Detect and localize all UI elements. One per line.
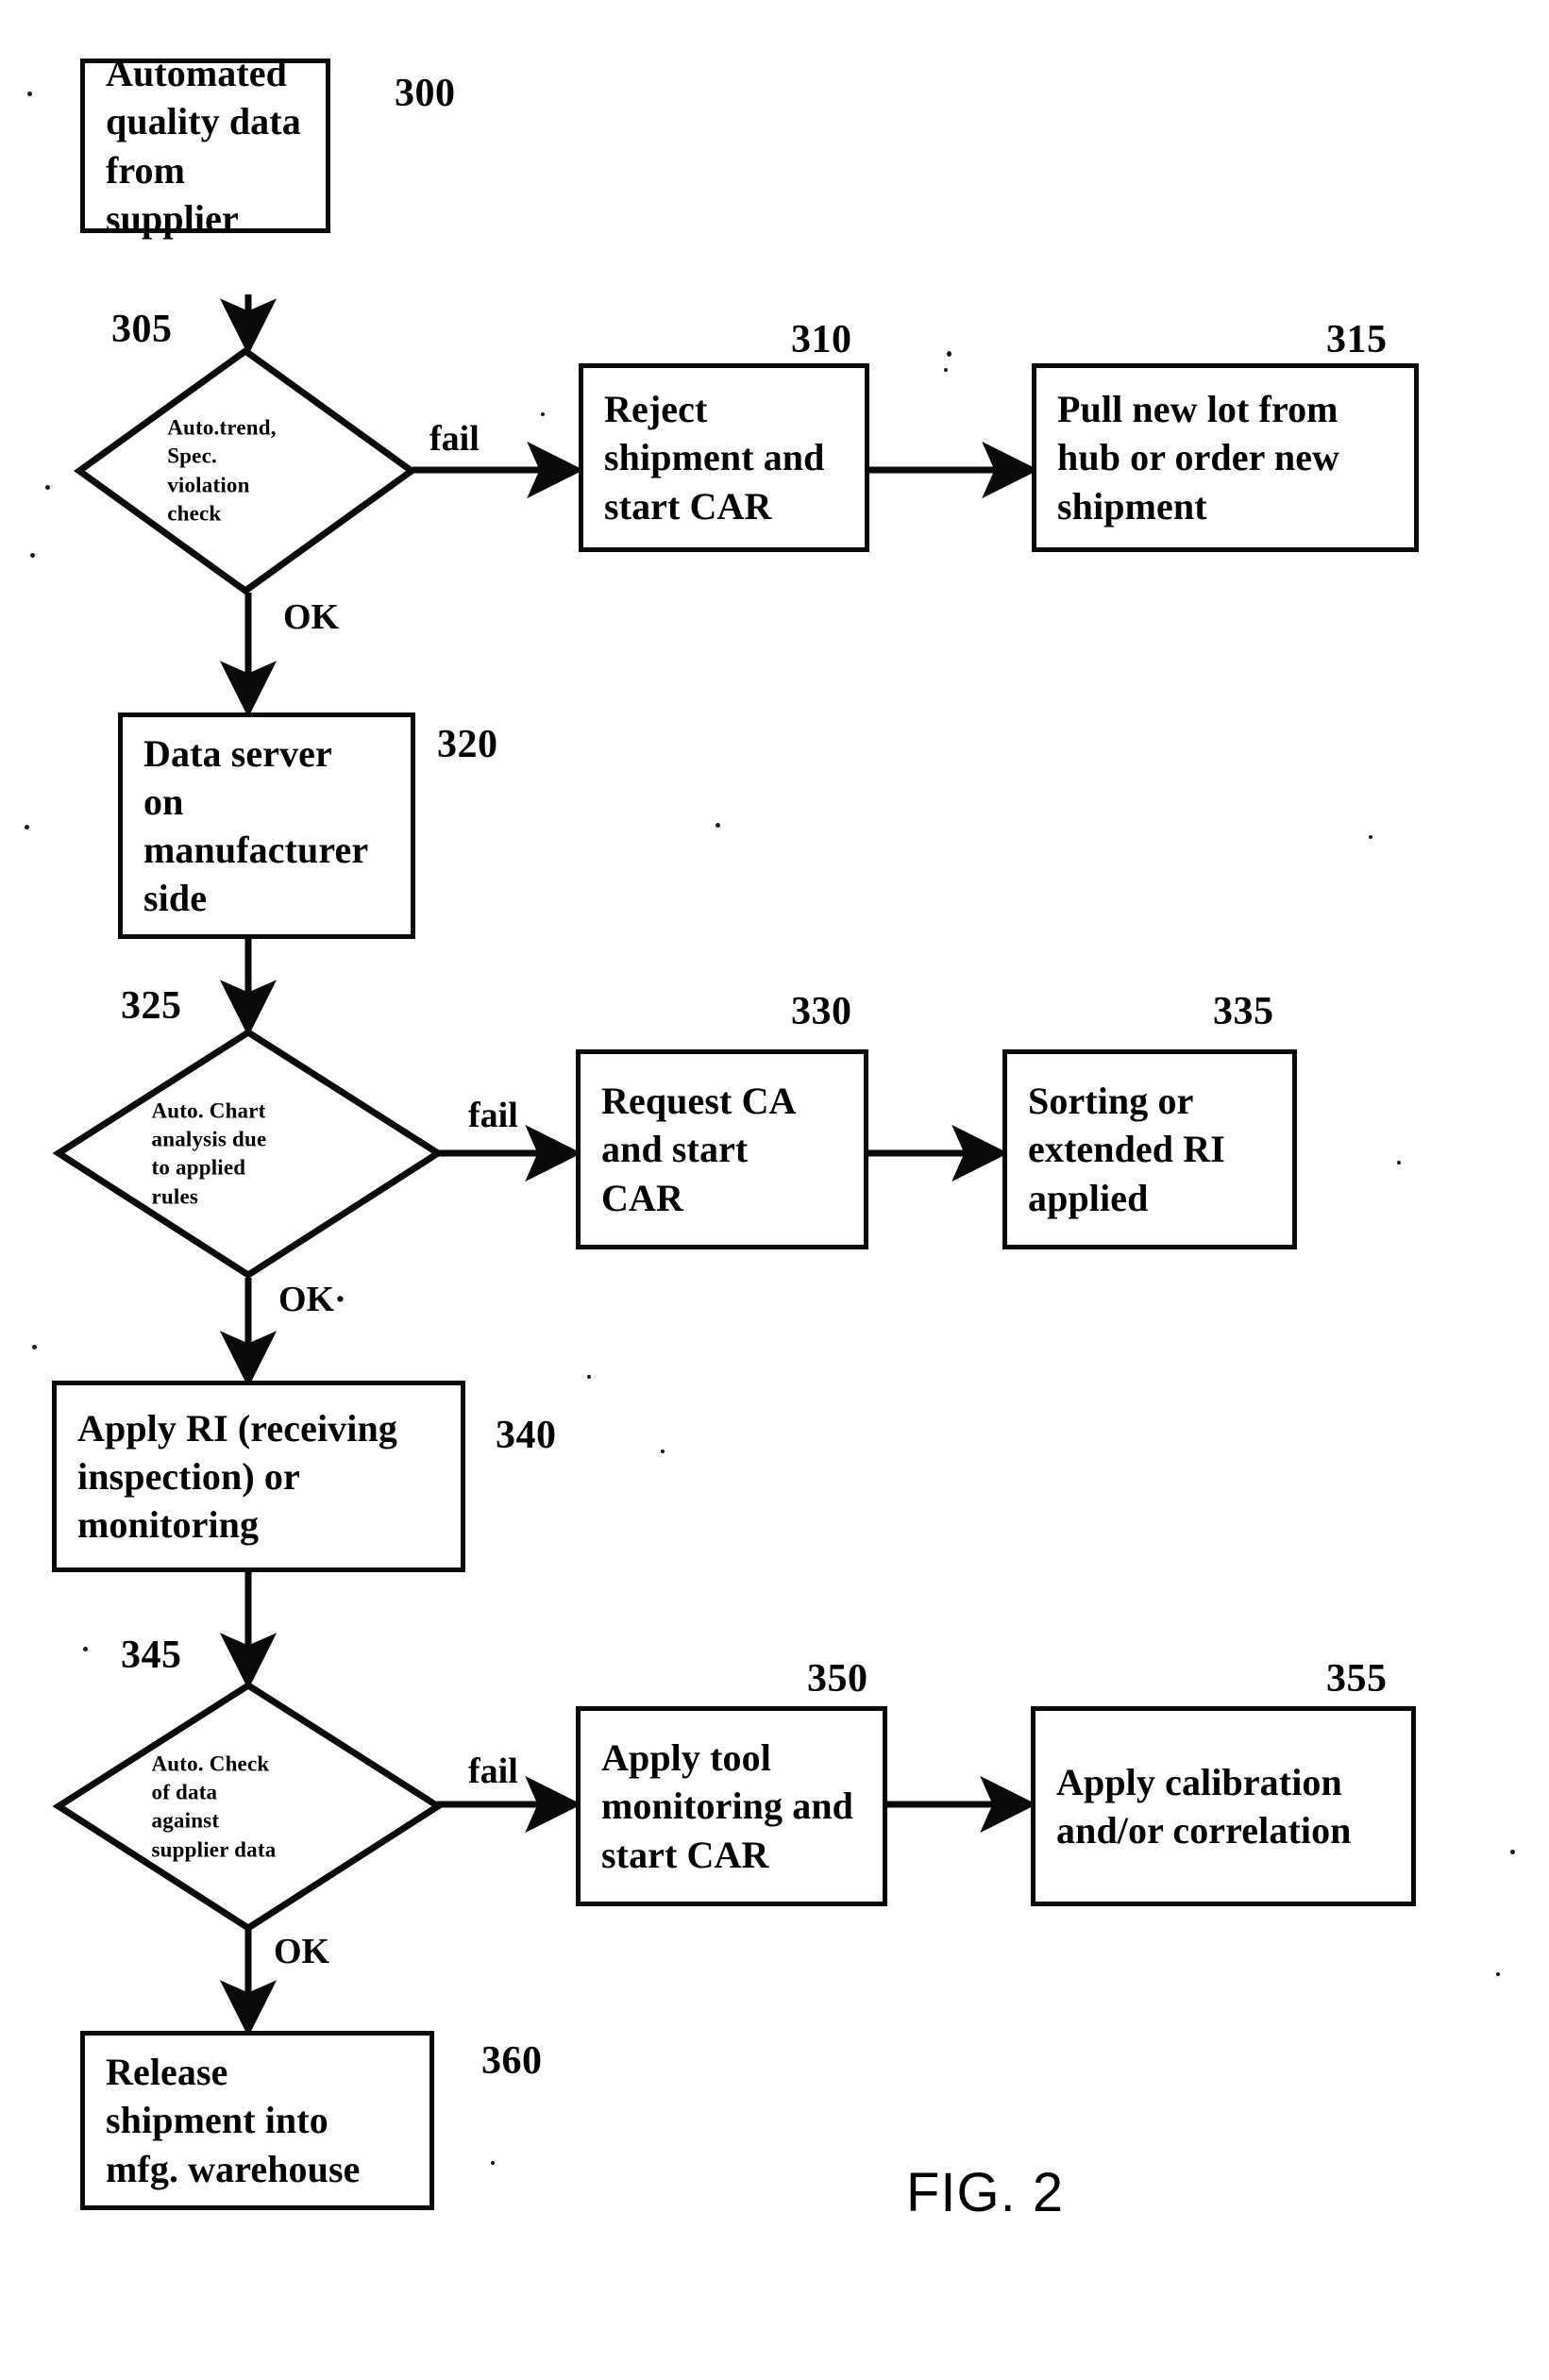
node-310-label: Reject shipment and start CAR (604, 388, 825, 528)
node-300-automated-quality-data: Automated quality data from supplier (80, 52, 330, 240)
node-335-sorting-extended-ri: Sorting or extended RI applied (1002, 1049, 1297, 1249)
node-360-label: Release shipment into mfg. warehouse (106, 2051, 361, 2190)
node-300-label: Automated quality data from supplier (106, 52, 301, 240)
refnum-325: 325 (121, 984, 182, 1028)
node-350-label: Apply tool monitoring and start CAR (601, 1736, 854, 1876)
refnum-320: 320 (437, 723, 498, 766)
node-330-request-ca-start-car: Request CA and start CAR (576, 1049, 868, 1249)
edge-label-fail-305: fail (429, 419, 480, 459)
refnum-360: 360 (481, 2039, 543, 2083)
node-325-auto-chart-analysis: Auto. Chart analysis due to applied rule… (52, 1028, 445, 1280)
scan-speck (25, 825, 29, 830)
node-340-label: Apply RI (receiving inspection) or monit… (77, 1406, 397, 1547)
refnum-300: 300 (395, 72, 456, 115)
patent-figure-page: Automated quality data from supplier 300… (0, 0, 1549, 2380)
refnum-305: 305 (111, 308, 173, 351)
node-320-label: Data server on manufacturer side (143, 731, 369, 920)
scan-speck (1496, 1972, 1500, 1976)
node-350-apply-tool-monitoring: Apply tool monitoring and start CAR (576, 1706, 887, 1906)
refnum-335: 335 (1213, 990, 1274, 1033)
node-305-label: Auto.trend, Spec. violation check (167, 415, 277, 526)
node-355-label: Apply calibration and/or correlation (1056, 1760, 1352, 1852)
refnum-315: 315 (1326, 318, 1388, 361)
scan-speck (27, 92, 32, 96)
scan-speck (947, 351, 951, 357)
scan-speck (30, 553, 35, 558)
scan-speck (491, 2161, 495, 2165)
scan-speck (716, 823, 720, 828)
edge-label-fail-325: fail (468, 1096, 518, 1135)
refnum-330: 330 (791, 990, 852, 1033)
scan-speck (541, 412, 545, 416)
node-320-data-server-manufacturer-side: Data server on manufacturer side (118, 712, 415, 939)
edge-label-ok-305: OK (283, 597, 340, 637)
node-325-label: Auto. Chart analysis due to applied rule… (151, 1098, 267, 1208)
refnum-355: 355 (1326, 1657, 1388, 1701)
scan-speck (1510, 1850, 1515, 1854)
refnum-310: 310 (791, 318, 852, 361)
node-345-label: Auto. Check of data against supplier dat… (151, 1751, 277, 1861)
scan-speck (45, 485, 50, 490)
scan-speck (1397, 1161, 1401, 1165)
node-315-label: Pull new lot from hub or order new shipm… (1057, 388, 1340, 528)
node-335-label: Sorting or extended RI applied (1028, 1080, 1225, 1219)
node-310-reject-shipment-start-car: Reject shipment and start CAR (579, 363, 869, 552)
refnum-350: 350 (807, 1657, 868, 1701)
refnum-345: 345 (121, 1634, 182, 1677)
node-360-release-shipment-warehouse: Release shipment into mfg. warehouse (80, 2031, 434, 2210)
scan-speck (587, 1375, 591, 1379)
node-330-label: Request CA and start CAR (601, 1080, 797, 1219)
node-345-auto-check-against-supplier-data: Auto. Check of data against supplier dat… (52, 1681, 445, 1933)
scan-speck (1369, 835, 1372, 839)
figure-label: FIG. 2 (906, 2162, 1065, 2223)
node-340-apply-ri-monitoring: Apply RI (receiving inspection) or monit… (52, 1381, 465, 1572)
node-315-pull-new-lot: Pull new lot from hub or order new shipm… (1032, 363, 1419, 552)
edge-label-fail-345: fail (468, 1751, 518, 1791)
scan-speck (661, 1450, 665, 1453)
node-355-apply-calibration-correlation: Apply calibration and/or correlation (1031, 1706, 1416, 1906)
scan-speck (32, 1345, 37, 1349)
refnum-340: 340 (496, 1414, 557, 1457)
node-305-auto-trend-spec-violation-check: Auto.trend, Spec. violation check (74, 346, 417, 595)
edge-label-ok-345: OK (274, 1932, 330, 1971)
scan-speck (83, 1647, 88, 1651)
scan-speck (944, 368, 948, 372)
edge-label-ok-325: OK· (278, 1280, 346, 1319)
